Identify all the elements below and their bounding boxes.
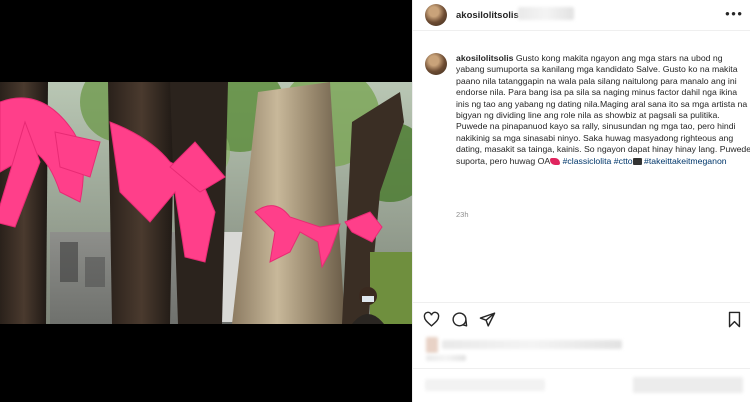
post-header: akosilolitsolis • • • bbox=[413, 0, 750, 31]
blurred-post-button bbox=[633, 377, 743, 393]
post-actions bbox=[413, 302, 750, 334]
hashtag-link[interactable]: #takeittakeitmeganon bbox=[644, 156, 727, 166]
hashtag-link[interactable]: #classiclolita bbox=[563, 156, 612, 166]
avatar[interactable] bbox=[425, 4, 447, 26]
blurred-comment-input bbox=[413, 368, 750, 402]
blurred-likes-area bbox=[426, 337, 736, 361]
blurred-likes-text bbox=[442, 340, 622, 349]
caption-username[interactable]: akosilolitsolis bbox=[456, 53, 513, 63]
blurred-date-text bbox=[426, 355, 466, 361]
more-horizontal-icon[interactable]: • • • bbox=[725, 6, 742, 21]
blurred-input-placeholder bbox=[425, 379, 545, 391]
blurred-avatar bbox=[426, 337, 438, 353]
caption-text: akosilolitsolis Gusto kong makita ngayon… bbox=[456, 53, 750, 167]
caption-body: Gusto kong makita ngayon ang mga stars n… bbox=[456, 53, 750, 166]
share-icon[interactable] bbox=[479, 311, 496, 328]
post-media[interactable] bbox=[0, 0, 412, 402]
blurred-follow-area bbox=[518, 7, 574, 20]
post-photo bbox=[0, 82, 412, 324]
avatar[interactable] bbox=[425, 53, 447, 75]
comment-timestamp: 23h bbox=[456, 210, 469, 219]
bookmark-icon[interactable] bbox=[726, 311, 743, 328]
hashtag-link[interactable]: #ctto bbox=[614, 156, 633, 166]
username-link[interactable]: akosilolitsolis bbox=[456, 10, 519, 21]
heart-emoji-icon bbox=[550, 157, 561, 165]
post-side-panel: akosilolitsolis • • • akosilolitsolis Gu… bbox=[412, 0, 750, 402]
comment-icon[interactable] bbox=[451, 311, 468, 328]
heart-icon[interactable] bbox=[423, 311, 440, 328]
clapper-emoji-icon bbox=[632, 157, 642, 165]
